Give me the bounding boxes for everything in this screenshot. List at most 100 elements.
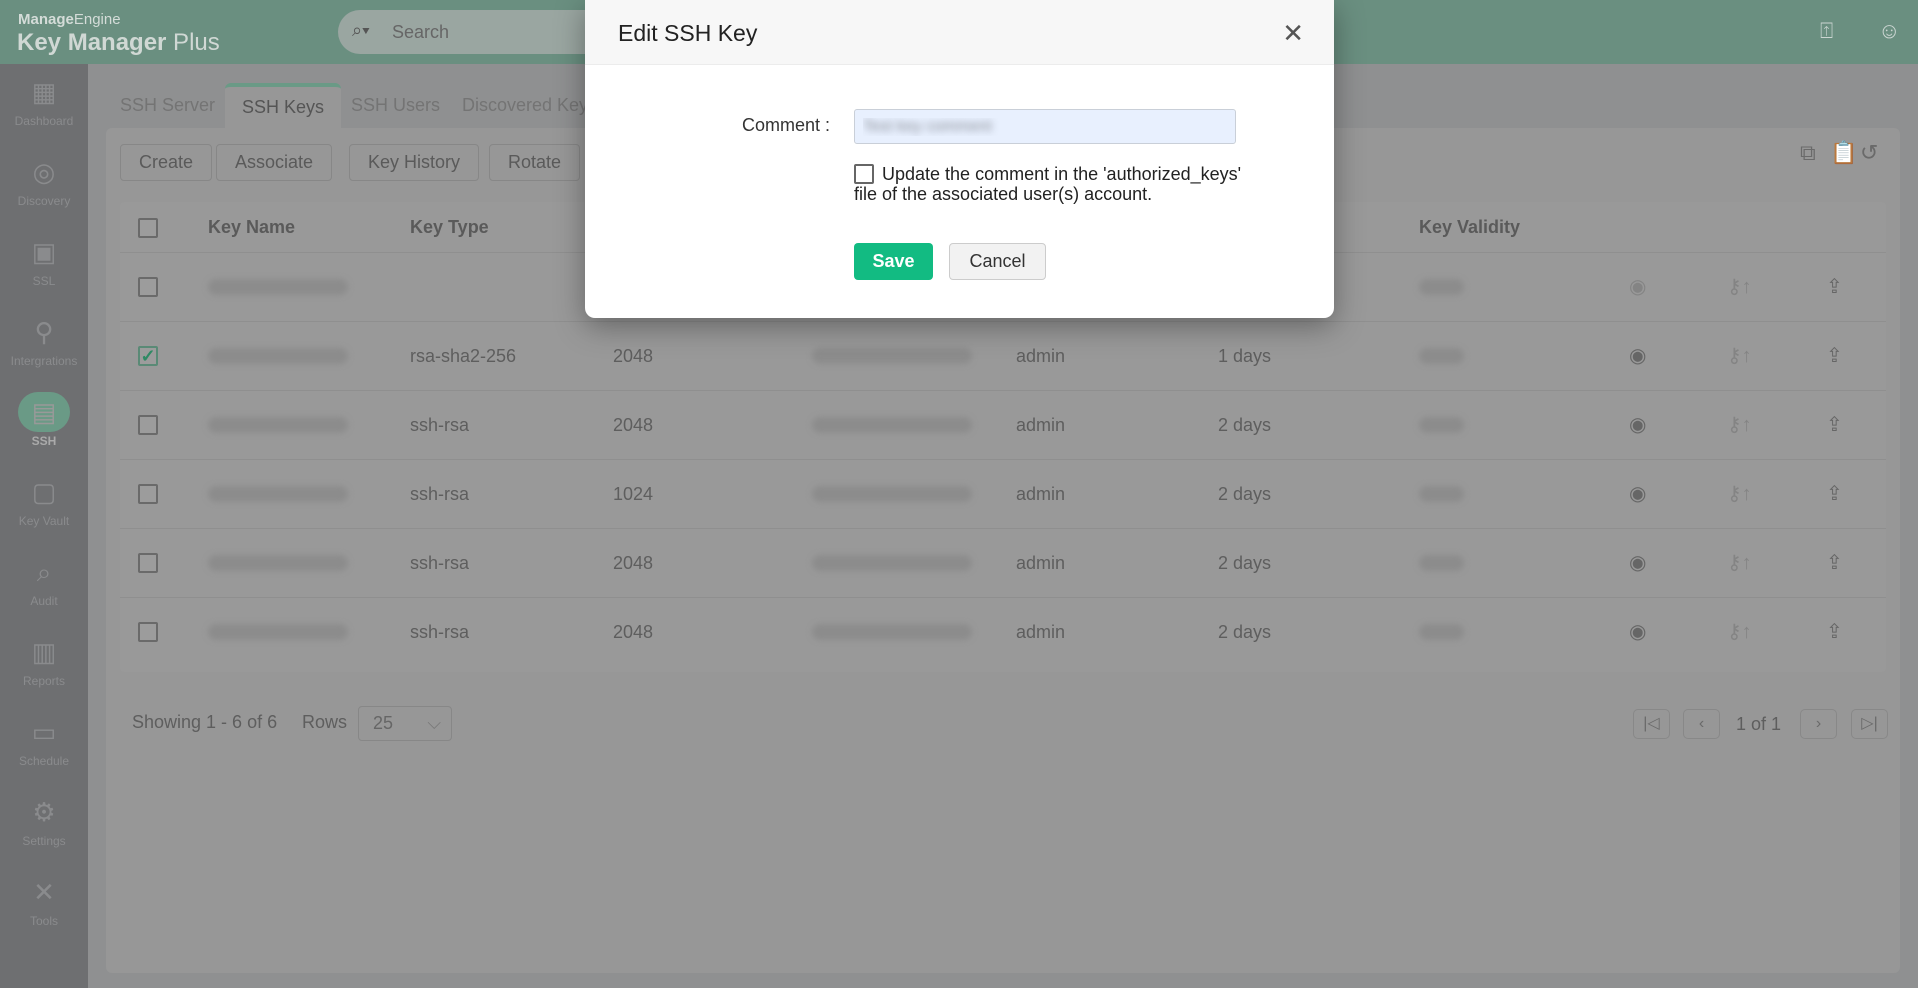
comment-input[interactable] bbox=[854, 109, 1236, 144]
export-icon[interactable]: ⇪ bbox=[1826, 598, 1843, 667]
key-deploy-icon[interactable]: ⚷↑ bbox=[1727, 253, 1752, 322]
tab-ssh-users[interactable]: SSH Users bbox=[334, 83, 457, 128]
copy-keys-icon[interactable]: ⧉ bbox=[1800, 140, 1816, 166]
sidebar-item-label: Audit bbox=[30, 594, 58, 608]
key-deploy-icon[interactable]: ⚷↑ bbox=[1727, 460, 1752, 529]
reports-icon: ▥ bbox=[31, 637, 57, 667]
row-checkbox[interactable] bbox=[138, 415, 158, 435]
fingerprint-redacted bbox=[812, 624, 972, 640]
ssl-icon: ▣ bbox=[31, 237, 57, 267]
dialog-header: Edit SSH Key ✕ bbox=[585, 0, 1334, 65]
sidebar-item-reports[interactable]: ▥ Reports bbox=[0, 624, 88, 704]
sidebar: ▦ Dashboard ◎ Discovery ▣ SSL ⚲ Intergrations ▤ S… bbox=[0, 64, 88, 988]
row-checkbox[interactable] bbox=[138, 553, 158, 573]
rows-value: 25 bbox=[373, 713, 394, 733]
key-deploy-icon[interactable]: ⚷↑ bbox=[1727, 598, 1752, 667]
cancel-button[interactable]: Cancel bbox=[949, 243, 1046, 280]
associate-button[interactable]: Associate bbox=[216, 144, 333, 181]
row-checkbox[interactable] bbox=[138, 277, 158, 297]
column-header-key-validity[interactable]: Key Validity bbox=[1419, 202, 1520, 252]
key-rotate-icon[interactable]: ↺ bbox=[1860, 140, 1878, 166]
table-row[interactable]: ssh-rsa 1024 admin 2 days ◉ ⚷↑ ⇪ bbox=[120, 459, 1886, 528]
key-deploy-icon[interactable]: ⚷↑ bbox=[1727, 391, 1752, 460]
brand-part: Engine bbox=[73, 11, 121, 28]
prev-page-button[interactable]: ‹ bbox=[1683, 709, 1720, 739]
key-name-redacted[interactable] bbox=[208, 417, 348, 433]
column-header-key-type[interactable]: Key Type bbox=[410, 202, 489, 252]
export-icon[interactable]: ⇪ bbox=[1826, 529, 1843, 598]
export-icon[interactable]: ⇪ bbox=[1826, 253, 1843, 322]
key-type: rsa-sha2-256 bbox=[410, 346, 517, 366]
sidebar-item-schedule[interactable]: ▭ Schedule bbox=[0, 704, 88, 784]
key-history-button[interactable]: Key History bbox=[349, 144, 480, 181]
rows-label: Rows bbox=[302, 712, 348, 732]
comment-label: Comment : bbox=[742, 115, 831, 135]
view-icon[interactable]: ◉ bbox=[1629, 598, 1646, 667]
update-authorized-keys-label: Update the comment in the 'authorized_ke… bbox=[854, 164, 1242, 204]
key-name-redacted[interactable] bbox=[208, 486, 348, 502]
sidebar-item-label: Settings bbox=[22, 834, 66, 848]
select-all-checkbox[interactable] bbox=[138, 218, 158, 238]
product-name[interactable]: Key Manager Plus bbox=[17, 29, 220, 57]
key-name-redacted[interactable] bbox=[208, 555, 348, 571]
first-page-button[interactable]: |◁ bbox=[1633, 709, 1670, 739]
export-icon[interactable]: ⇪ bbox=[1826, 391, 1843, 460]
key-deploy-icon[interactable]: ⚷↑ bbox=[1727, 529, 1752, 598]
sidebar-item-key-vault[interactable]: ▢ Key Vault bbox=[0, 464, 88, 544]
view-icon[interactable]: ◉ bbox=[1629, 460, 1646, 529]
sidebar-item-settings[interactable]: ⚙ Settings bbox=[0, 784, 88, 864]
dashboard-icon: ▦ bbox=[31, 77, 57, 107]
sidebar-item-ssl[interactable]: ▣ SSL bbox=[0, 224, 88, 304]
sidebar-item-ssh[interactable]: ▤ SSH bbox=[0, 384, 88, 464]
view-icon[interactable]: ◉ bbox=[1629, 391, 1646, 460]
key-validity-redacted bbox=[1419, 279, 1464, 295]
key-length: 2048 bbox=[613, 415, 654, 435]
sidebar-item-discovery[interactable]: ◎ Discovery bbox=[0, 144, 88, 224]
tools-icon: ✕ bbox=[33, 877, 55, 907]
tab-discovered-key[interactable]: Discovered Key bbox=[445, 83, 605, 128]
column-header-key-name[interactable]: Key Name bbox=[208, 202, 295, 252]
create-button[interactable]: Create bbox=[120, 144, 213, 181]
view-icon[interactable]: ◉ bbox=[1629, 253, 1646, 322]
sidebar-item-intergrations[interactable]: ⚲ Intergrations bbox=[0, 304, 88, 384]
view-icon[interactable]: ◉ bbox=[1629, 322, 1646, 391]
key-deploy-icon[interactable]: ⚷↑ bbox=[1727, 322, 1752, 391]
notification-icon[interactable]: ⍐ bbox=[1820, 18, 1833, 44]
tab-ssh-server[interactable]: SSH Server bbox=[103, 83, 232, 128]
sidebar-item-dashboard[interactable]: ▦ Dashboard bbox=[0, 64, 88, 144]
export-icon[interactable]: ⇪ bbox=[1826, 460, 1843, 529]
clipboard-key-icon[interactable]: 📋 bbox=[1830, 140, 1857, 166]
user-icon[interactable]: ☺ bbox=[1878, 18, 1900, 44]
key-name-redacted[interactable] bbox=[208, 624, 348, 640]
rotate-button[interactable]: Rotate bbox=[489, 144, 581, 181]
sidebar-item-label: Reports bbox=[22, 674, 66, 688]
update-authorized-keys-checkbox[interactable] bbox=[854, 164, 874, 184]
rows-per-page-select[interactable]: 25 ⌵ bbox=[358, 706, 452, 741]
table-row[interactable]: ssh-rsa 2048 admin 2 days ◉ ⚷↑ ⇪ bbox=[120, 390, 1886, 459]
row-checkbox[interactable] bbox=[138, 622, 158, 642]
row-checkbox[interactable]: ✓ bbox=[138, 346, 158, 366]
last-page-button[interactable]: ▷| bbox=[1851, 709, 1888, 739]
save-button[interactable]: Save bbox=[854, 243, 933, 280]
key-length: 2048 bbox=[613, 346, 654, 366]
key-name-redacted[interactable] bbox=[208, 348, 348, 364]
export-icon[interactable]: ⇪ bbox=[1826, 322, 1843, 391]
next-page-button[interactable]: › bbox=[1800, 709, 1837, 739]
sidebar-item-audit[interactable]: ⌕ Audit bbox=[0, 544, 88, 624]
key-name-redacted[interactable] bbox=[208, 279, 348, 295]
close-icon[interactable]: ✕ bbox=[1282, 18, 1304, 49]
table-row[interactable]: ssh-rsa 2048 admin 2 days ◉ ⚷↑ ⇪ bbox=[120, 528, 1886, 597]
sidebar-item-label: SSL bbox=[32, 274, 56, 288]
key-validity-redacted bbox=[1419, 417, 1464, 433]
search-icon[interactable]: ⌕▾ bbox=[352, 20, 370, 41]
discovery-icon: ◎ bbox=[32, 157, 56, 187]
tab-ssh-keys[interactable]: SSH Keys bbox=[225, 83, 342, 128]
row-checkbox[interactable] bbox=[138, 484, 158, 504]
created-by: admin bbox=[1016, 484, 1066, 504]
key-validity-redacted bbox=[1419, 555, 1464, 571]
table-row[interactable]: ✓ rsa-sha2-256 2048 admin 1 days ◉ ⚷↑ ⇪ bbox=[120, 321, 1886, 390]
view-icon[interactable]: ◉ bbox=[1629, 529, 1646, 598]
table-row[interactable]: ssh-rsa 2048 admin 2 days ◉ ⚷↑ ⇪ bbox=[120, 597, 1886, 666]
key-age: 2 days bbox=[1218, 622, 1272, 642]
sidebar-item-tools[interactable]: ✕ Tools bbox=[0, 864, 88, 944]
